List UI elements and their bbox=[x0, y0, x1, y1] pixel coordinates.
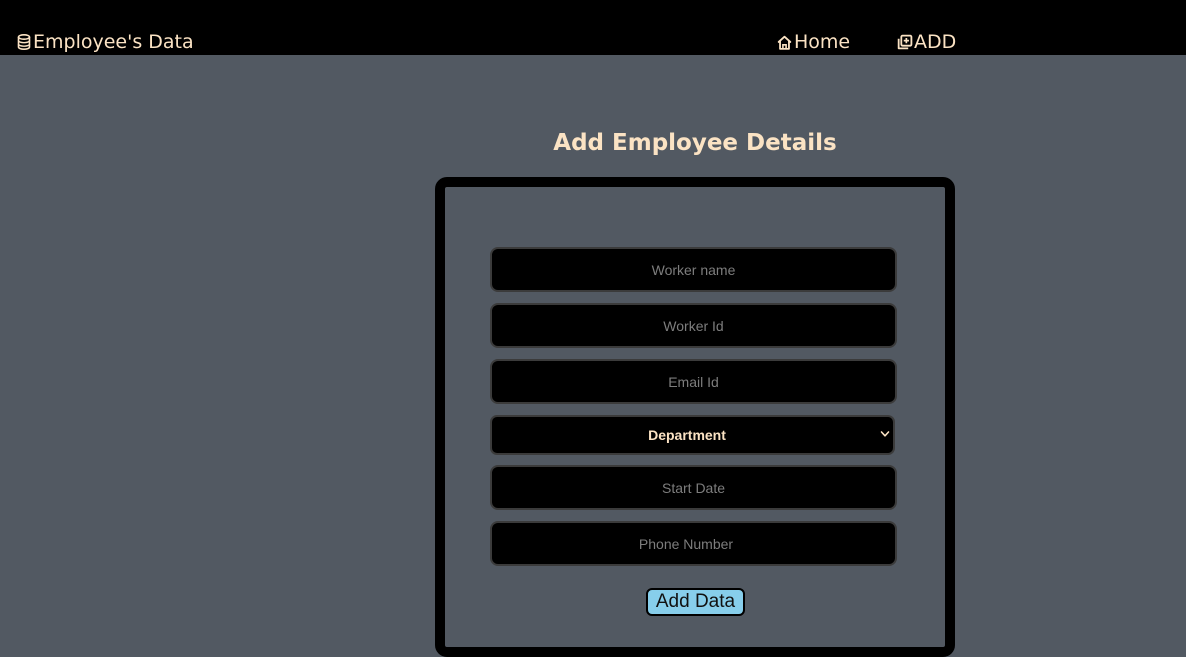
top-navbar: Employee's Data Home ADD bbox=[0, 0, 1186, 55]
worker-name-input[interactable] bbox=[490, 247, 897, 292]
employee-form: Department Add Data bbox=[435, 177, 955, 657]
email-id-input[interactable] bbox=[490, 359, 897, 404]
database-icon bbox=[17, 34, 31, 50]
nav-link-add-label: ADD bbox=[914, 31, 957, 53]
add-data-button[interactable]: Add Data bbox=[646, 588, 745, 616]
brand-link[interactable]: Employee's Data bbox=[17, 31, 194, 53]
start-date-input[interactable] bbox=[490, 465, 897, 510]
chevron-down-icon bbox=[880, 431, 890, 437]
add-copy-icon bbox=[897, 34, 913, 49]
department-select[interactable]: Department bbox=[490, 415, 895, 455]
brand-label: Employee's Data bbox=[33, 31, 194, 53]
department-select-value: Department bbox=[648, 427, 726, 443]
worker-id-input[interactable] bbox=[490, 303, 897, 348]
page-title: Add Employee Details bbox=[553, 130, 837, 156]
nav-link-add[interactable]: ADD bbox=[896, 31, 956, 53]
nav-link-home[interactable]: Home bbox=[776, 31, 850, 53]
house-icon bbox=[777, 35, 792, 50]
nav-link-home-label: Home bbox=[794, 31, 851, 53]
phone-number-input[interactable] bbox=[490, 521, 897, 566]
